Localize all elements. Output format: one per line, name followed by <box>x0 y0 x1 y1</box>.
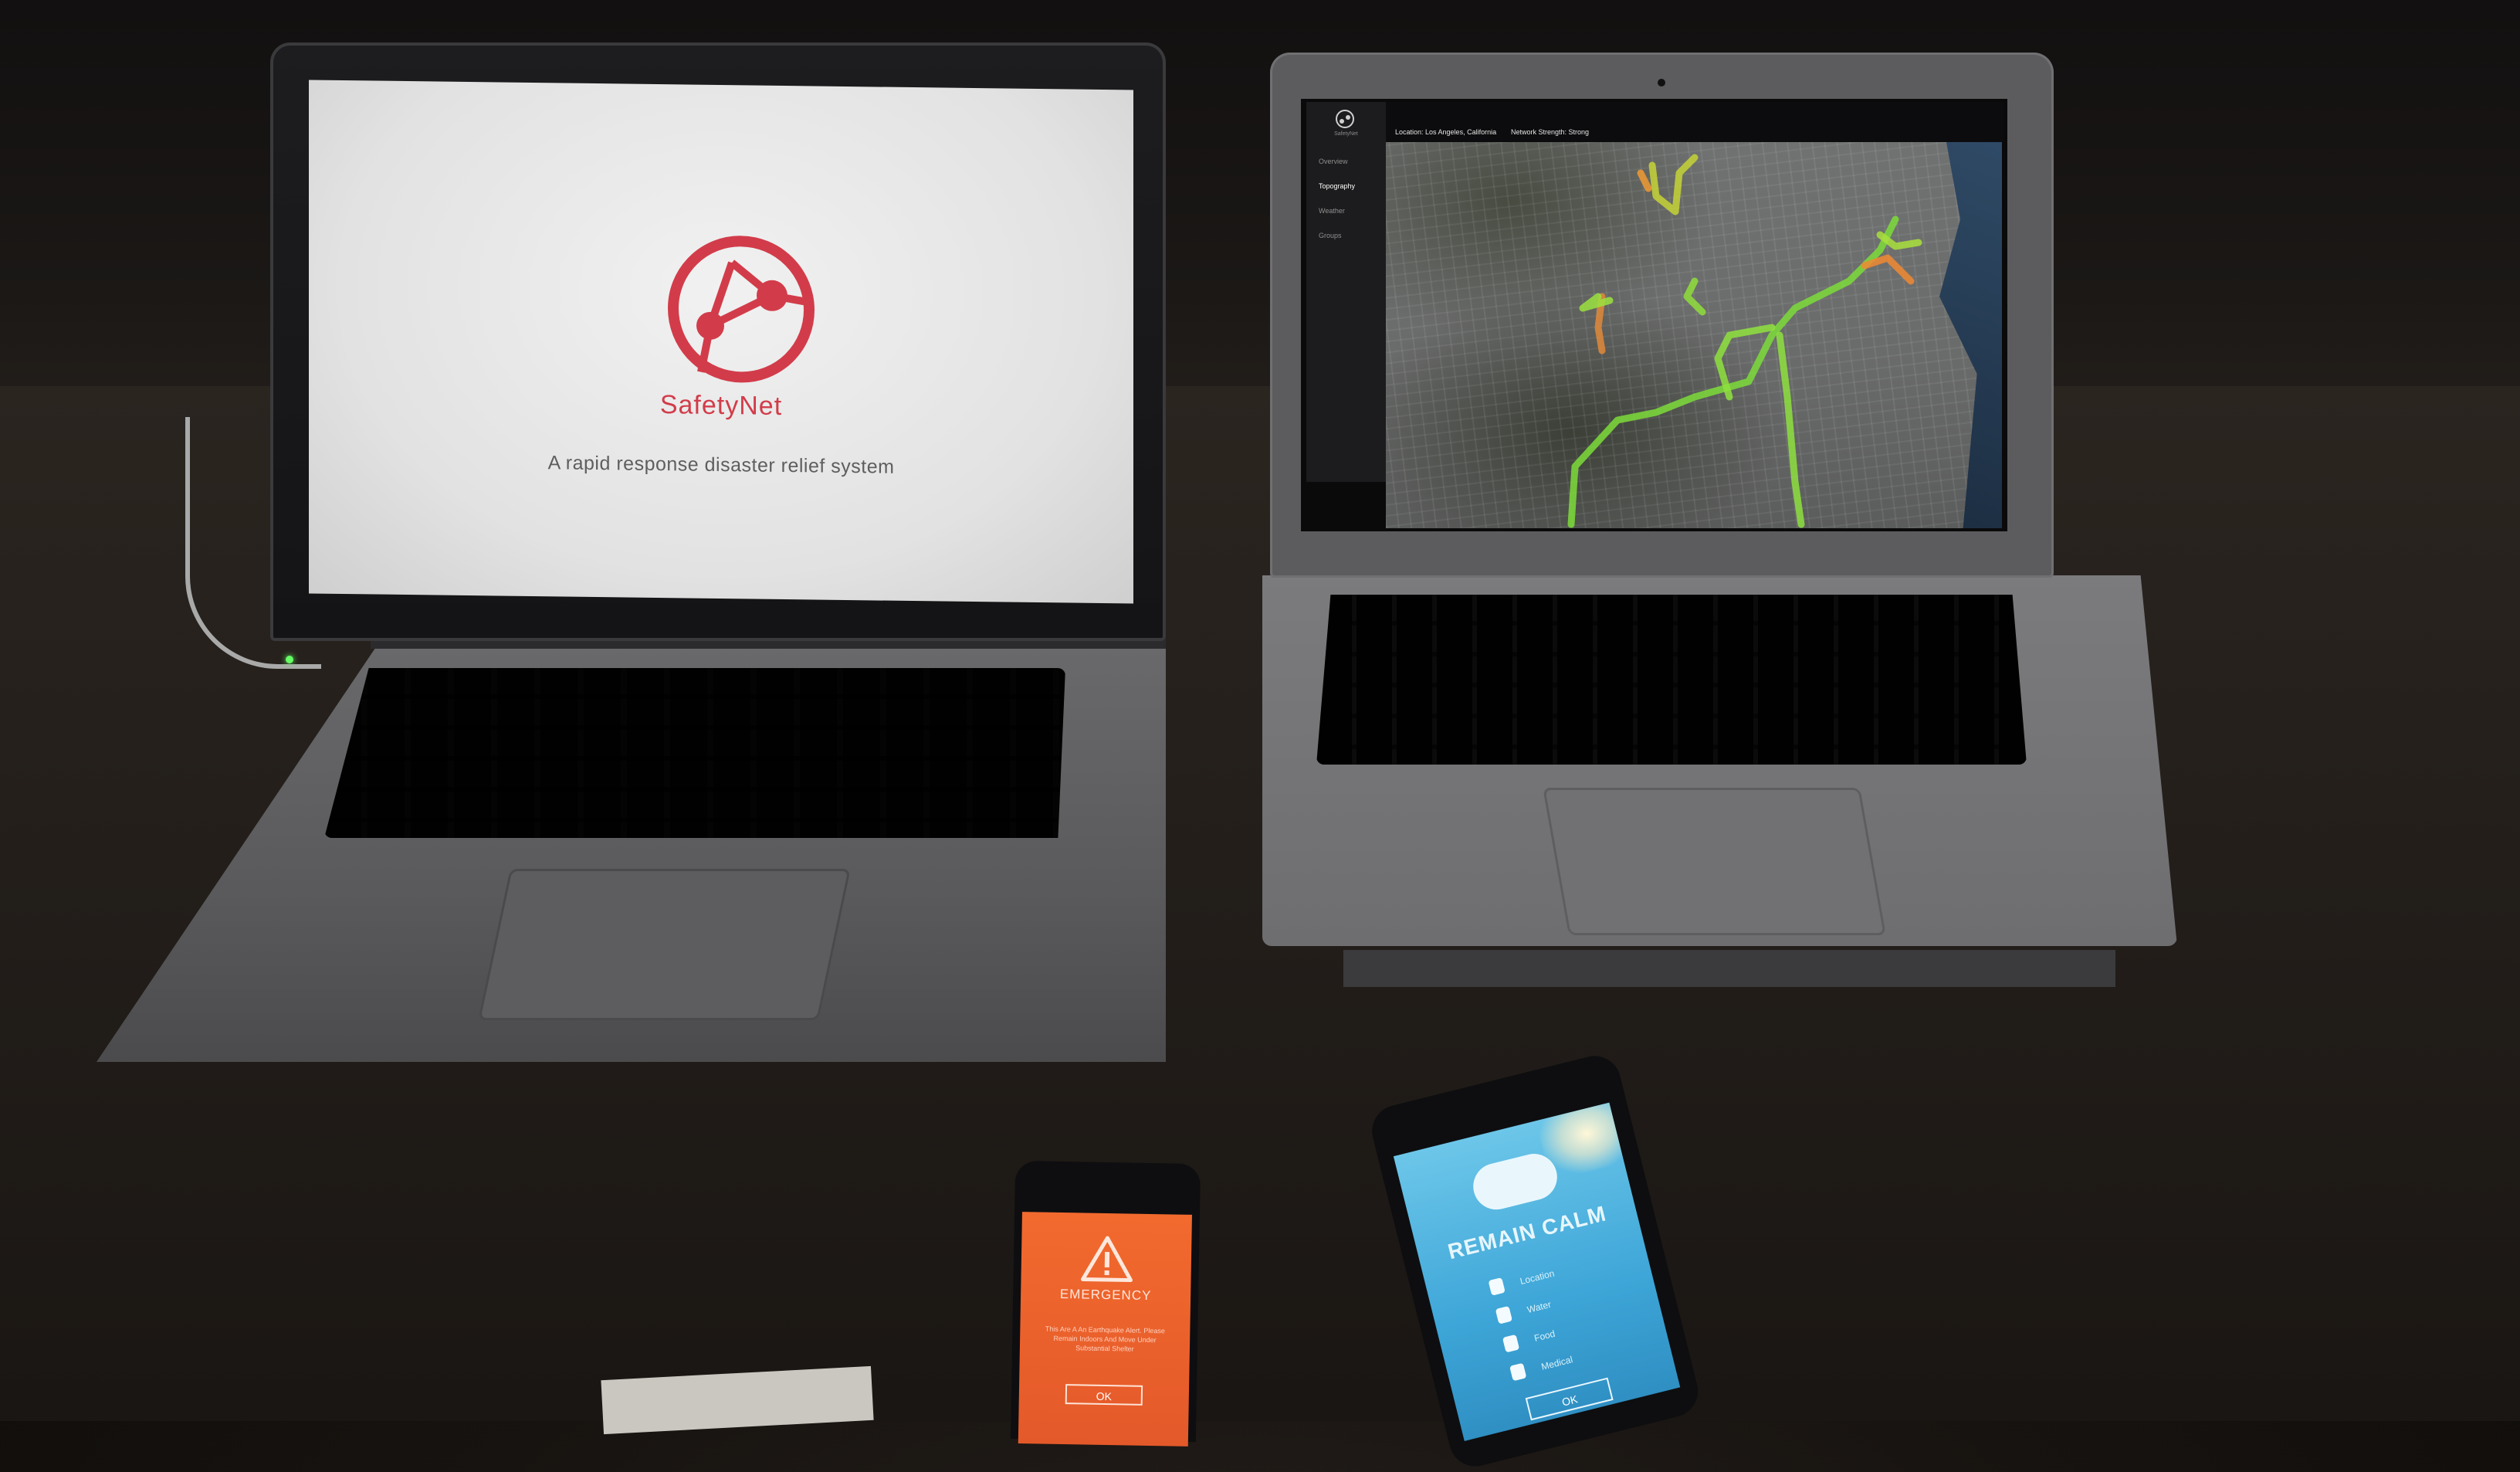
light-glare <box>1536 1102 1641 1181</box>
emergency-screen: EMERGENCY This Are A An Earthquake Alert… <box>1018 1212 1192 1447</box>
item-label: Medical <box>1539 1354 1574 1372</box>
list-item[interactable]: Location <box>1488 1267 1556 1296</box>
remain-calm-ok-button[interactable]: OK <box>1525 1377 1614 1421</box>
right-trackpad[interactable] <box>1543 788 1886 935</box>
safetynet-logo-icon <box>668 236 815 383</box>
left-trackpad[interactable] <box>478 869 851 1020</box>
magsafe-led-icon <box>286 656 293 663</box>
laptop-stand <box>1343 950 2115 987</box>
list-item[interactable]: Medical <box>1509 1354 1574 1382</box>
item-label: Water <box>1526 1298 1553 1316</box>
item-label: Food <box>1533 1328 1556 1344</box>
dashboard-topbar: Location: Los Angeles, California Networ… <box>1386 102 2003 142</box>
remain-calm-title: REMAIN CALM <box>1445 1201 1609 1264</box>
nav-topography[interactable]: Topography <box>1319 182 1355 190</box>
right-keyboard[interactable] <box>1316 595 2027 765</box>
location-icon <box>1488 1277 1506 1296</box>
location-label: Location: Los Angeles, California <box>1395 128 1497 136</box>
route-overlay <box>1567 154 1922 528</box>
network-strength-label: Network Strength: Strong <box>1511 128 1590 136</box>
water-icon <box>1495 1305 1513 1324</box>
app-tagline: A rapid response disaster relief system <box>547 452 895 478</box>
nav-overview[interactable]: Overview <box>1319 158 1348 165</box>
emergency-title: EMERGENCY <box>1059 1286 1152 1304</box>
dashboard-sidebar: SafetyNet Overview Topography Weather Gr… <box>1306 102 1386 482</box>
sidebar-brand: SafetyNet <box>1334 131 1358 137</box>
warning-icon <box>1080 1236 1133 1283</box>
nav-groups[interactable]: Groups <box>1319 232 1342 239</box>
emergency-message: This Are A An Earthquake Alert. Please R… <box>1045 1324 1165 1353</box>
nav-weather[interactable]: Weather <box>1319 207 1345 215</box>
left-laptop-screen: SafetyNet A rapid response disaster reli… <box>309 80 1133 604</box>
webcam-icon <box>1658 79 1665 86</box>
list-item[interactable]: Food <box>1502 1328 1556 1353</box>
list-item[interactable]: Water <box>1495 1298 1553 1324</box>
safetynet-logo-icon <box>1336 110 1354 128</box>
left-keyboard[interactable] <box>324 668 1065 838</box>
emergency-phone: EMERGENCY This Are A An Earthquake Alert… <box>1010 1160 1201 1447</box>
food-icon <box>1502 1334 1520 1353</box>
remain-calm-screen: REMAIN CALM Location Water Food Medical … <box>1393 1102 1681 1441</box>
item-label: Location <box>1519 1267 1556 1287</box>
medical-icon <box>1509 1362 1527 1382</box>
emergency-ok-button[interactable]: OK <box>1065 1384 1143 1406</box>
satellite-map[interactable] <box>1386 142 2002 528</box>
app-title: SafetyNet <box>659 390 783 421</box>
